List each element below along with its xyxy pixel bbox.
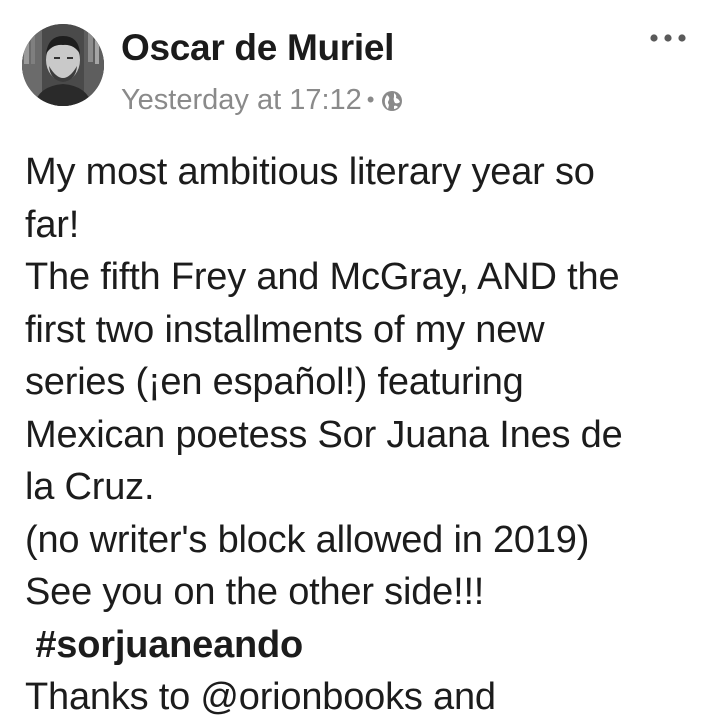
- post-body-line: la Cruz.: [25, 466, 155, 508]
- post-body-line: The fifth Frey and McGray, AND the: [25, 256, 620, 298]
- post-timestamp[interactable]: Yesterday at 17:12: [121, 84, 362, 117]
- author-name[interactable]: Oscar de Muriel: [121, 24, 394, 72]
- post-body-line: series (¡en español!) featuring: [25, 361, 524, 403]
- post-body-line: Thanks to @orionbooks and: [25, 676, 496, 718]
- more-dots-icon[interactable]: [648, 28, 688, 48]
- facebook-post: Oscar de Muriel Yesterday at 17:12 • My …: [0, 0, 720, 720]
- post-body-line: See you on the other side!!!: [25, 571, 485, 613]
- post-body-line: far!: [25, 203, 80, 246]
- hashtag-line: #sorjuaneando: [25, 619, 705, 672]
- globe-icon: [380, 88, 404, 112]
- meta-separator: •: [366, 87, 375, 112]
- post-body: My most ambitious literary year so far! …: [25, 146, 705, 720]
- post-body-line: Mexican poetess Sor Juana Ines de: [25, 413, 623, 456]
- post-body-line: My most ambitious literary year so: [25, 151, 595, 193]
- author-avatar[interactable]: [22, 24, 104, 106]
- avatar-photo: [22, 24, 104, 106]
- hashtag-link[interactable]: #sorjuaneando: [35, 624, 303, 666]
- post-body-line: (no writer's block allowed in 2019): [25, 518, 590, 561]
- post-meta: Yesterday at 17:12 •: [121, 80, 404, 120]
- post-body-line: first two installments of my new: [25, 308, 545, 351]
